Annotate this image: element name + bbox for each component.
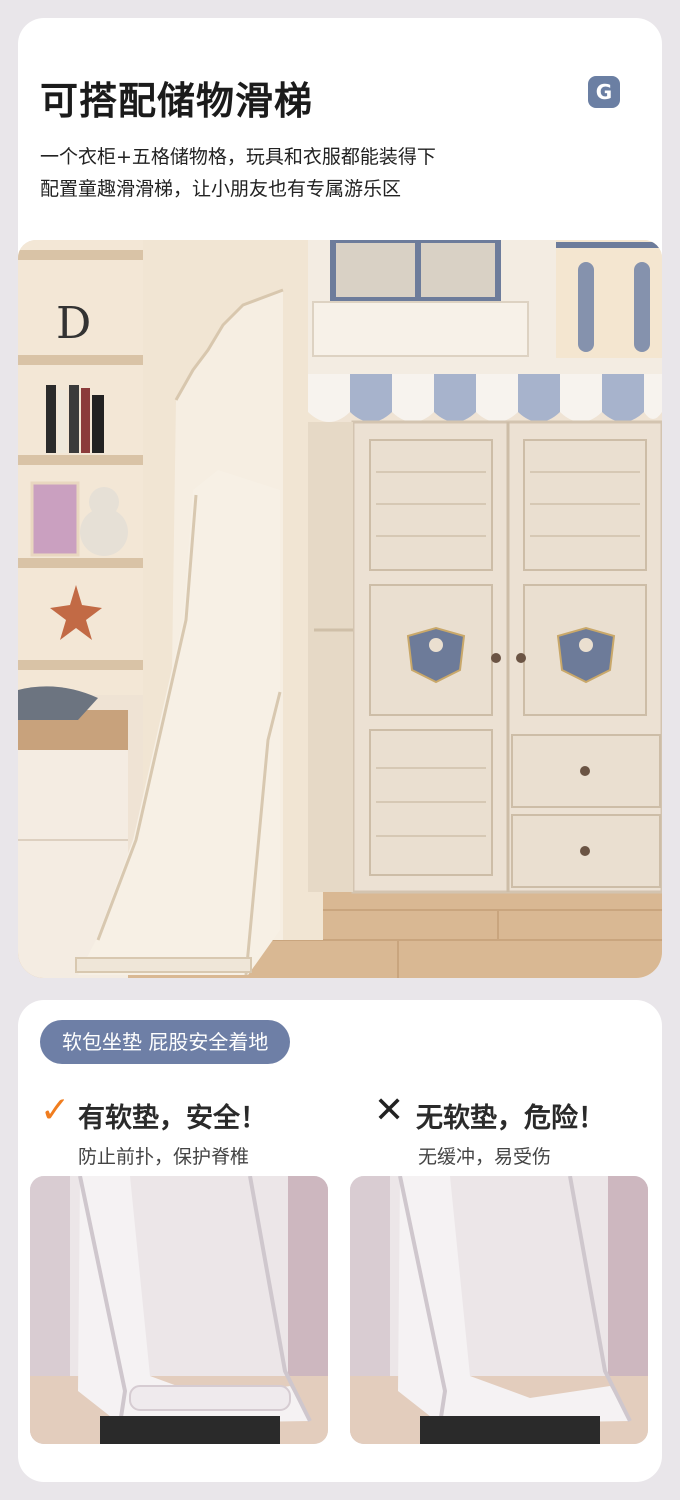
svg-text:D: D (56, 298, 91, 349)
description-line-2: 配置童趣滑滑梯，让小朋友也有专属游乐区 (40, 178, 402, 200)
brand-logo: G (588, 76, 620, 108)
check-icon: ✓ (40, 1090, 71, 1131)
feature-card: 软包坐垫 屁股安全着地 ✓ 有软垫，安全！ 防止前扑，保护脊椎 ✕ 无软垫，危险… (18, 1000, 662, 1482)
description-line-1: 一个衣柜+五格储物格，玩具和衣服都能装得下 (40, 146, 436, 168)
page-title: 可搭配储物滑梯 (40, 79, 314, 123)
slide-with-cushion-photo (30, 1176, 328, 1444)
cross-icon: ✕ (374, 1090, 405, 1131)
good-title: 有软垫，安全！ (78, 1103, 267, 1134)
bad-title: 无软垫，危险！ (416, 1103, 605, 1134)
feature-pill: 软包坐垫 屁股安全着地 (40, 1020, 291, 1064)
product-card: 可搭配储物滑梯 G 一个衣柜+五格储物格，玩具和衣服都能装得下 配置童趣滑滑梯，… (18, 18, 662, 978)
good-subtitle: 防止前扑，保护脊椎 (78, 1146, 250, 1168)
bad-subtitle: 无缓冲，易受伤 (418, 1146, 552, 1168)
slide-without-cushion-photo (350, 1176, 648, 1444)
product-photo: D (18, 240, 662, 978)
